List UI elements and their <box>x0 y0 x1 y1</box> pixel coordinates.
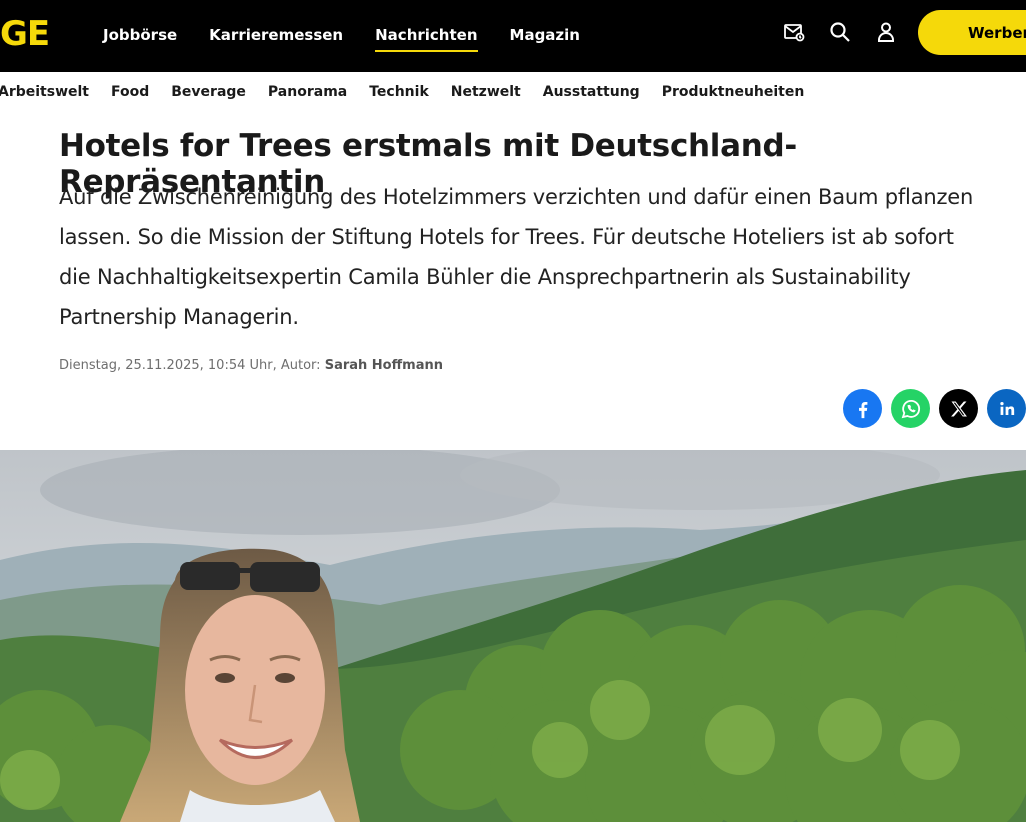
search-icon[interactable] <box>826 18 854 46</box>
user-icon[interactable] <box>872 18 900 46</box>
article-date: Dienstag, 25.11.2025, 10:54 Uhr, Autor: <box>59 358 321 373</box>
category-ausstattung[interactable]: Ausstattung <box>543 84 640 100</box>
nav-jobboerse[interactable]: Jobbörse <box>103 26 177 46</box>
header-tools <box>780 18 900 46</box>
x-icon[interactable] <box>939 389 978 428</box>
linkedin-icon[interactable] <box>987 389 1026 428</box>
main-nav: Jobbörse Karrieremessen Nachrichten Maga… <box>103 0 580 72</box>
nav-nachrichten[interactable]: Nachrichten <box>375 26 478 52</box>
category-food[interactable]: Food <box>111 84 149 100</box>
article-meta: Dienstag, 25.11.2025, 10:54 Uhr, Autor: … <box>59 358 443 373</box>
category-panorama[interactable]: Panorama <box>268 84 347 100</box>
category-produktneuheiten[interactable]: Produktneuheiten <box>662 84 805 100</box>
werben-button[interactable]: Werben <box>918 10 1026 55</box>
category-netzwelt[interactable]: Netzwelt <box>451 84 521 100</box>
mail-icon[interactable] <box>780 18 808 46</box>
category-beverage[interactable]: Beverage <box>171 84 246 100</box>
top-navigation-bar: GE Jobbörse Karrieremessen Nachrichten M… <box>0 0 1026 72</box>
nav-magazin[interactable]: Magazin <box>510 26 580 46</box>
category-nav: Arbeitswelt Food Beverage Panorama Techn… <box>0 84 804 100</box>
article-hero-image <box>0 450 1026 822</box>
nav-karrieremessen[interactable]: Karrieremessen <box>209 26 343 46</box>
whatsapp-icon[interactable] <box>891 389 930 428</box>
category-arbeitswelt[interactable]: Arbeitswelt <box>0 84 89 100</box>
article-author[interactable]: Sarah Hoffmann <box>325 358 443 373</box>
facebook-icon[interactable] <box>843 389 882 428</box>
article-teaser: Auf die Zwischenreinigung des Hotelzimme… <box>59 185 974 329</box>
site-logo[interactable]: GE <box>0 14 50 54</box>
category-technik[interactable]: Technik <box>369 84 429 100</box>
share-buttons <box>843 389 1026 428</box>
